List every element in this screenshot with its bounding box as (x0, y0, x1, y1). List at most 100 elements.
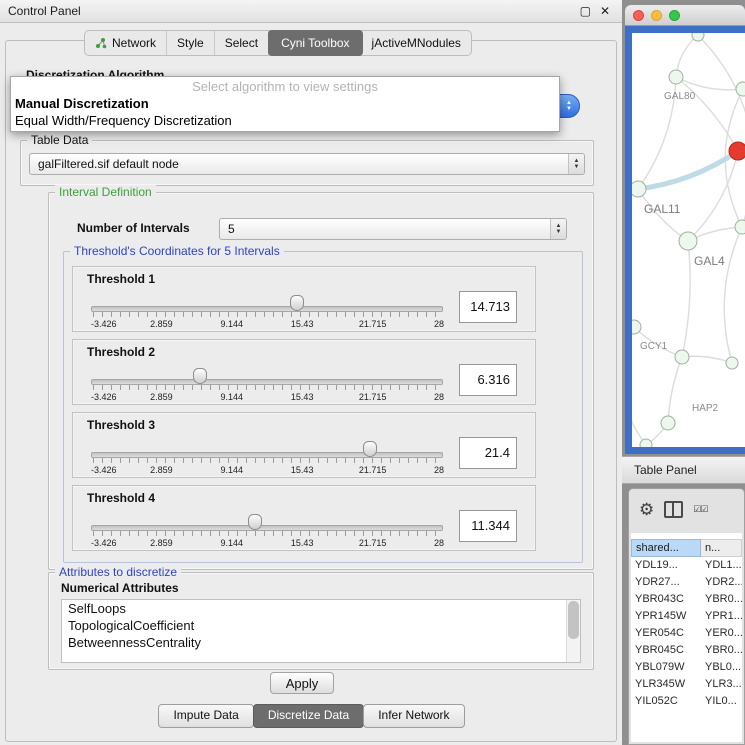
table-row[interactable]: YER054CYER0... (631, 625, 742, 642)
table-cell[interactable]: YIL0... (701, 693, 742, 710)
network-node[interactable] (735, 220, 745, 234)
table-cell[interactable]: YBR0... (701, 642, 742, 659)
close-icon[interactable]: ✕ (600, 0, 610, 22)
table-cell[interactable]: YBL0... (701, 659, 742, 676)
slider-thumb[interactable] (363, 441, 377, 457)
scrollbar-thumb[interactable] (568, 601, 579, 639)
network-window-titlebar[interactable] (625, 5, 745, 26)
network-edge[interactable] (682, 241, 690, 357)
table-toolbar: ⚙ ☑☑ (629, 489, 744, 529)
list-item[interactable]: TopologicalCoefficient (62, 617, 580, 634)
tab-select[interactable]: Select (215, 31, 269, 55)
zoom-traffic-light-icon[interactable] (669, 10, 680, 21)
float-icon[interactable]: ▢ (580, 0, 591, 22)
table-cell[interactable]: YDL1... (701, 557, 742, 574)
combobox-stepper-icon[interactable]: ▲ ▼ (550, 219, 566, 239)
table-panel-header[interactable]: Table Panel (622, 456, 745, 484)
table-cell[interactable]: YDL19... (631, 557, 701, 574)
network-edge[interactable] (668, 357, 682, 423)
column-header-shared-name[interactable]: shared... (631, 539, 701, 557)
tab-style[interactable]: Style (167, 31, 215, 55)
network-node[interactable] (679, 232, 697, 250)
table-cell[interactable]: YER0... (701, 625, 742, 642)
list-item[interactable]: BetweennessCentrality (62, 634, 580, 651)
scale-label: 28 (434, 465, 444, 475)
table-row[interactable]: YBL079WYBL0... (631, 659, 742, 676)
table-cell[interactable]: YLR345W (631, 676, 701, 693)
tab-impute-data[interactable]: Impute Data (158, 704, 253, 728)
network-node[interactable] (736, 82, 745, 96)
minimize-traffic-light-icon[interactable] (651, 10, 662, 21)
network-canvas[interactable]: GAL80GAL11GAL4GCY1HAP2 (632, 33, 745, 447)
scale-label: 9.144 (221, 465, 244, 475)
network-node[interactable] (632, 181, 646, 197)
table-cell[interactable]: YER054C (631, 625, 701, 642)
table-cell[interactable]: YBR045C (631, 642, 701, 659)
network-node[interactable] (729, 142, 745, 160)
network-node[interactable] (661, 416, 675, 430)
threshold-slider[interactable]: -3.4262.8599.14415.4321.71528 (91, 441, 443, 477)
list-scrollbar[interactable] (566, 600, 580, 662)
network-node[interactable] (669, 70, 683, 84)
table-cell[interactable]: YBR0... (701, 591, 742, 608)
table-cell[interactable]: YDR2... (701, 574, 742, 591)
thresholds-group: Threshold's Coordinates for 5 Intervals … (63, 251, 583, 563)
slider-thumb[interactable] (193, 368, 207, 384)
numerical-attributes-list[interactable]: SelfLoopsTopologicalCoefficientBetweenne… (61, 599, 581, 663)
network-edge[interactable] (638, 151, 738, 189)
threshold-slider[interactable]: -3.4262.8599.14415.4321.71528 (91, 514, 443, 550)
close-traffic-light-icon[interactable] (633, 10, 644, 21)
table-row[interactable]: YDR27...YDR2... (631, 574, 742, 591)
table-row[interactable]: YBR043CYBR0... (631, 591, 742, 608)
table-row[interactable]: YDL19...YDL1... (631, 557, 742, 574)
network-node[interactable] (726, 357, 738, 369)
tab-network[interactable]: Network (85, 31, 167, 55)
network-graph[interactable]: GAL80GAL11GAL4GCY1HAP2 (632, 33, 745, 447)
gear-icon[interactable]: ⚙ (639, 501, 654, 518)
slider-thumb[interactable] (290, 295, 304, 311)
scale-label: 21.715 (359, 538, 387, 548)
select-columns-icon[interactable]: ☑☑ (693, 504, 707, 515)
threshold-slider[interactable]: -3.4262.8599.14415.4321.71528 (91, 368, 443, 404)
tab-cyni-toolbox[interactable]: Cyni Toolbox (268, 30, 362, 56)
tab-label: Select (225, 32, 258, 54)
network-edge[interactable] (698, 35, 745, 227)
apply-button[interactable]: Apply (270, 672, 334, 694)
network-node[interactable] (692, 33, 704, 41)
threshold-value-box[interactable]: 21.4 (459, 437, 517, 469)
scale-label: 9.144 (221, 392, 244, 402)
table-row[interactable]: YIL052CYIL0... (631, 693, 742, 710)
threshold-value-box[interactable]: 6.316 (459, 364, 517, 396)
tab-infer-network[interactable]: Infer Network (363, 704, 464, 728)
network-edge[interactable] (724, 227, 742, 363)
tab-jactivemnodules[interactable]: jActiveMNodules (362, 31, 471, 55)
table-row[interactable]: YPR145WYPR1... (631, 608, 742, 625)
table-cell[interactable]: YDR27... (631, 574, 701, 591)
number-of-intervals-combobox[interactable]: 5 ▲ ▼ (219, 218, 567, 240)
network-node[interactable] (675, 350, 689, 364)
column-header-name[interactable]: n... (701, 539, 742, 557)
table-cell[interactable]: YBL079W (631, 659, 701, 676)
threshold-value-box[interactable]: 11.344 (459, 510, 517, 542)
list-item[interactable]: SelfLoops (62, 600, 580, 617)
tab-discretize-data[interactable]: Discretize Data (253, 704, 364, 728)
table-data-combobox[interactable]: galFiltered.sif default node ▲ ▼ (29, 153, 585, 175)
table-cell[interactable]: YLR3... (701, 676, 742, 693)
table-cell[interactable]: YIL052C (631, 693, 701, 710)
slider-thumb[interactable] (248, 514, 262, 530)
table-cell[interactable]: YPR145W (631, 608, 701, 625)
table-row[interactable]: YBR045CYBR0... (631, 642, 742, 659)
combobox-stepper-icon[interactable]: ▲ ▼ (568, 154, 584, 174)
network-edge[interactable] (682, 356, 732, 363)
network-node[interactable] (640, 439, 652, 447)
dropdown-option-manual-discretization[interactable]: Manual Discretization (11, 95, 559, 112)
dropdown-option-equal-width-frequency[interactable]: Equal Width/Frequency Discretization (11, 112, 559, 129)
control-panel-titlebar[interactable]: Control Panel ▢ ✕ (0, 0, 622, 23)
columns-icon[interactable] (664, 501, 683, 518)
threshold-slider[interactable]: -3.4262.8599.14415.4321.71528 (91, 295, 443, 331)
table-cell[interactable]: YPR1... (701, 608, 742, 625)
table-row[interactable]: YLR345WYLR3... (631, 676, 742, 693)
table-cell[interactable]: YBR043C (631, 591, 701, 608)
network-node[interactable] (632, 320, 641, 334)
threshold-value-box[interactable]: 14.713 (459, 291, 517, 323)
